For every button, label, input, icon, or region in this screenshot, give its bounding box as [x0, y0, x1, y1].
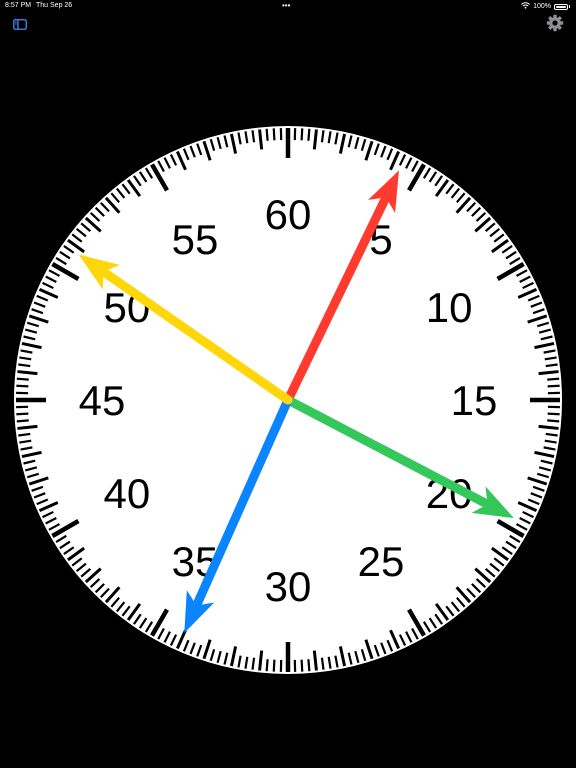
dial-tick: [320, 130, 325, 143]
dial-number: 55: [172, 216, 219, 263]
dial-number: 40: [104, 470, 151, 517]
dial-number: 45: [79, 377, 126, 424]
dial-number: 10: [426, 284, 473, 331]
dial-tick: [547, 377, 560, 381]
dial-tick: [547, 384, 560, 388]
dial-tick: [16, 384, 29, 388]
dial-tick: [272, 128, 276, 141]
dial-tick: [258, 650, 264, 671]
dial-tick: [16, 377, 29, 381]
dial-tick: [538, 424, 559, 430]
dial-tick: [18, 432, 31, 437]
dial-tick: [265, 128, 269, 141]
dial-tick: [320, 657, 325, 670]
dial-tick: [547, 412, 560, 416]
app-root: 8:57 PM Thu Sep 26 ••• 100% 60 5 10 15 2…: [0, 0, 576, 768]
dial-tick: [538, 370, 559, 376]
dial-number: 30: [265, 563, 312, 610]
dial-tick: [312, 650, 318, 671]
dial-number: 25: [358, 538, 405, 585]
dial-tick: [272, 659, 276, 672]
stopwatch-dial[interactable]: 60510152025303540455055: [0, 0, 576, 768]
dial-tick: [17, 370, 38, 376]
dial-tick: [545, 363, 558, 368]
dial-tick: [16, 419, 29, 423]
dial-tick: [258, 129, 264, 150]
dial-tick: [312, 129, 318, 150]
dial-tick: [18, 363, 31, 368]
dial-tick: [251, 657, 256, 670]
dial-number: 15: [451, 377, 498, 424]
dial-tick: [547, 419, 560, 423]
dial-tick: [17, 424, 38, 430]
dial-tick: [307, 128, 311, 141]
dial-tick: [300, 659, 304, 672]
dial-tick: [300, 128, 304, 141]
dial-tick: [307, 659, 311, 672]
dial-number: 60: [265, 191, 312, 238]
dial-tick: [251, 130, 256, 143]
dial-tick: [265, 659, 269, 672]
dial-tick: [545, 432, 558, 437]
dial-tick: [16, 412, 29, 416]
